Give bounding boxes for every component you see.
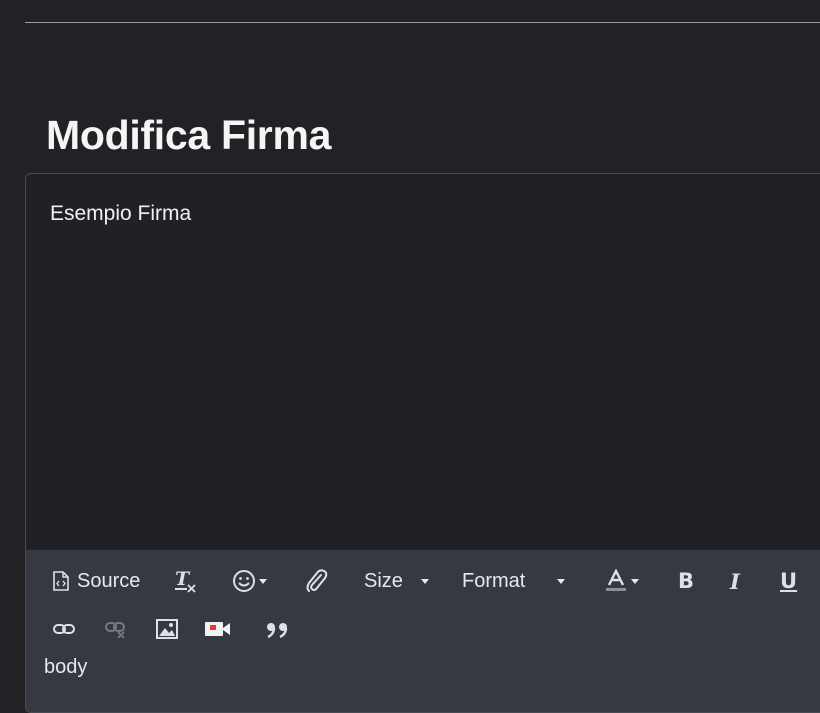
- chevron-down-icon: [557, 578, 566, 584]
- source-icon: [52, 571, 70, 591]
- image-icon: [156, 619, 178, 639]
- remove-format-button[interactable]: T: [174, 568, 198, 594]
- top-divider: [25, 22, 820, 23]
- text-color-button[interactable]: [604, 568, 639, 594]
- source-label: Source: [77, 569, 141, 592]
- underline-button[interactable]: U: [780, 568, 797, 594]
- page-title: Modifica Firma: [46, 112, 332, 158]
- blockquote-button[interactable]: [264, 616, 290, 642]
- underline-icon: U: [780, 568, 798, 593]
- attach-button[interactable]: [304, 568, 328, 594]
- signature-editor: Esempio Firma Source T Size Format B I U…: [25, 173, 820, 713]
- format-dropdown[interactable]: Format: [462, 568, 566, 594]
- bold-button[interactable]: B: [678, 568, 694, 594]
- blockquote-icon: [264, 619, 290, 639]
- source-button[interactable]: Source: [52, 568, 140, 594]
- remove-format-icon: T: [174, 569, 198, 593]
- chevron-down-icon: [631, 578, 639, 584]
- paperclip-icon: [304, 568, 328, 594]
- chevron-down-icon: [420, 578, 429, 584]
- italic-button[interactable]: I: [730, 568, 740, 594]
- editor-content-area[interactable]: Esempio Firma: [50, 202, 191, 226]
- size-dropdown[interactable]: Size: [364, 568, 429, 594]
- element-path[interactable]: body: [44, 656, 87, 679]
- smiley-icon: [232, 569, 256, 593]
- unlink-icon: [104, 617, 128, 641]
- link-button[interactable]: [52, 616, 76, 642]
- video-button[interactable]: [204, 616, 232, 642]
- chevron-down-icon: [259, 578, 267, 584]
- link-icon: [52, 619, 76, 639]
- format-label: Format: [462, 569, 526, 592]
- bold-icon: B: [678, 568, 695, 593]
- size-label: Size: [364, 569, 403, 592]
- text-color-icon: [604, 569, 628, 593]
- editor-toolbar: Source T Size Format B I U body: [26, 550, 820, 712]
- unlink-button[interactable]: [104, 616, 128, 642]
- italic-icon: I: [730, 568, 740, 594]
- image-button[interactable]: [156, 616, 178, 642]
- emoji-button[interactable]: [232, 568, 267, 594]
- video-icon: [204, 619, 232, 639]
